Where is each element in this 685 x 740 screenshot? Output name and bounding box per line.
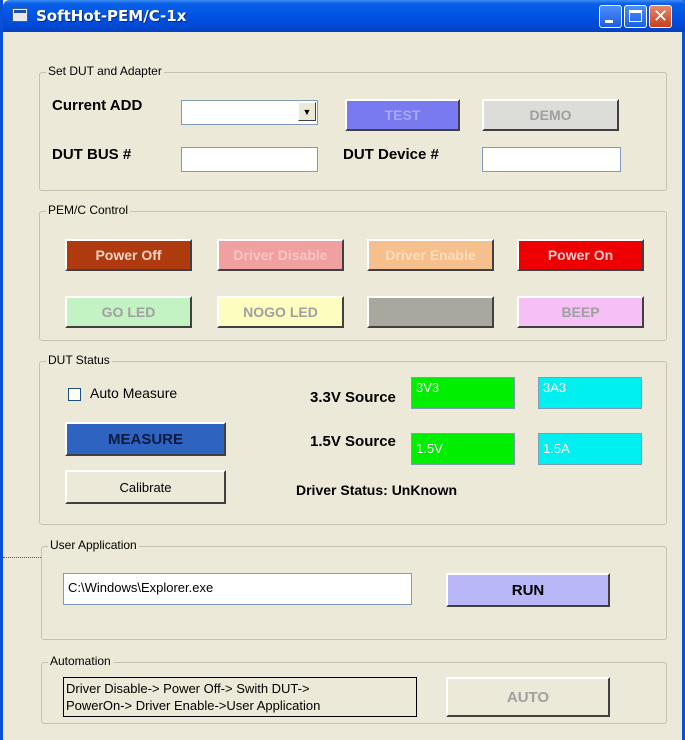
driver-enable-label: Driver Enable — [385, 247, 476, 263]
dut-device-label: DUT Device # — [343, 146, 439, 163]
set-dut-group: Set DUT and Adapter — [39, 64, 667, 191]
driver-disable-label: Driver Disable — [233, 247, 328, 263]
nogo-led-label: NOGO LED — [243, 304, 318, 320]
power-off-label: Power Off — [95, 247, 162, 263]
automation-legend: Automation — [48, 654, 113, 668]
auto-label: AUTO — [506, 688, 550, 706]
source-3v3-label: 3.3V Source — [310, 389, 396, 406]
set-dut-legend: Set DUT and Adapter — [46, 64, 164, 78]
app-window: SoftHot-PEM/C-1x ✕ Set DUT and Adapter C… — [0, 0, 685, 740]
source-1v5-current: 1.5A — [538, 433, 642, 465]
power-off-button[interactable]: Power Off — [65, 239, 192, 271]
current-add-combobox[interactable]: ▼ — [181, 100, 318, 125]
dut-bus-input[interactable] — [181, 147, 318, 172]
close-button[interactable]: ✕ — [649, 5, 672, 28]
demo-button-label: DEMO — [529, 107, 572, 123]
dotted-guide — [3, 557, 41, 558]
run-button[interactable]: RUN — [446, 573, 610, 607]
source-1v5-label: 1.5V Source — [310, 433, 396, 450]
dut-bus-label: DUT BUS # — [52, 146, 132, 163]
automation-sequence-line2: PowerOn-> Driver Enable->User Applicatio… — [66, 698, 321, 713]
window-title: SoftHot-PEM/C-1x — [36, 7, 187, 25]
calibrate-button[interactable]: Calibrate — [65, 470, 226, 504]
test-button-label: TEST — [384, 107, 421, 123]
dut-device-input[interactable] — [482, 147, 621, 172]
title-bar[interactable]: SoftHot-PEM/C-1x ✕ — [3, 0, 685, 32]
auto-button[interactable]: AUTO — [446, 677, 610, 717]
go-led-button[interactable]: GO LED — [65, 296, 192, 328]
nogo-led-button[interactable]: NOGO LED — [217, 296, 344, 328]
user-app-path-input[interactable]: C:\Windows\Explorer.exe — [63, 573, 412, 605]
pem-control-legend: PEM/C Control — [46, 203, 131, 217]
app-icon — [12, 8, 28, 22]
source-1v5-voltage: 1.5V — [411, 433, 515, 465]
auto-measure-checkbox[interactable] — [68, 388, 81, 401]
calibrate-label: Calibrate — [119, 479, 172, 495]
beep-label: BEEP — [561, 304, 600, 320]
measure-label: MEASURE — [107, 430, 183, 448]
driver-status-text: Driver Status: UnKnown — [296, 482, 458, 498]
close-icon: ✕ — [652, 6, 669, 27]
power-on-label: Power On — [547, 247, 614, 263]
beep-button[interactable]: BEEP — [517, 296, 644, 328]
demo-button[interactable]: DEMO — [482, 99, 619, 131]
minimize-icon — [605, 20, 613, 23]
auto-measure-label: Auto Measure — [90, 385, 178, 401]
current-add-label: Current ADD — [52, 97, 143, 114]
chevron-down-icon[interactable]: ▼ — [298, 102, 316, 121]
source-3v3-current: 3A3 — [538, 377, 642, 409]
test-button[interactable]: TEST — [345, 99, 460, 131]
automation-sequence-line1: Driver Disable-> Power Off-> Swith DUT-> — [66, 681, 310, 696]
driver-enable-button[interactable]: Driver Enable — [367, 239, 494, 271]
power-on-button[interactable]: Power On — [517, 239, 644, 271]
driver-disable-button[interactable]: Driver Disable — [217, 239, 344, 271]
go-led-label: GO LED — [101, 304, 156, 320]
source-3v3-voltage: 3V3 — [411, 377, 515, 409]
maximize-button[interactable] — [624, 5, 647, 28]
measure-button[interactable]: MEASURE — [65, 422, 226, 456]
automation-sequence-box: Driver Disable-> Power Off-> Swith DUT->… — [63, 677, 417, 717]
run-label: RUN — [511, 581, 545, 599]
maximize-icon — [629, 10, 642, 22]
dut-status-legend: DUT Status — [46, 353, 112, 367]
blank-button[interactable] — [367, 296, 494, 328]
minimize-button[interactable] — [599, 5, 622, 28]
user-app-legend: User Application — [48, 538, 139, 552]
